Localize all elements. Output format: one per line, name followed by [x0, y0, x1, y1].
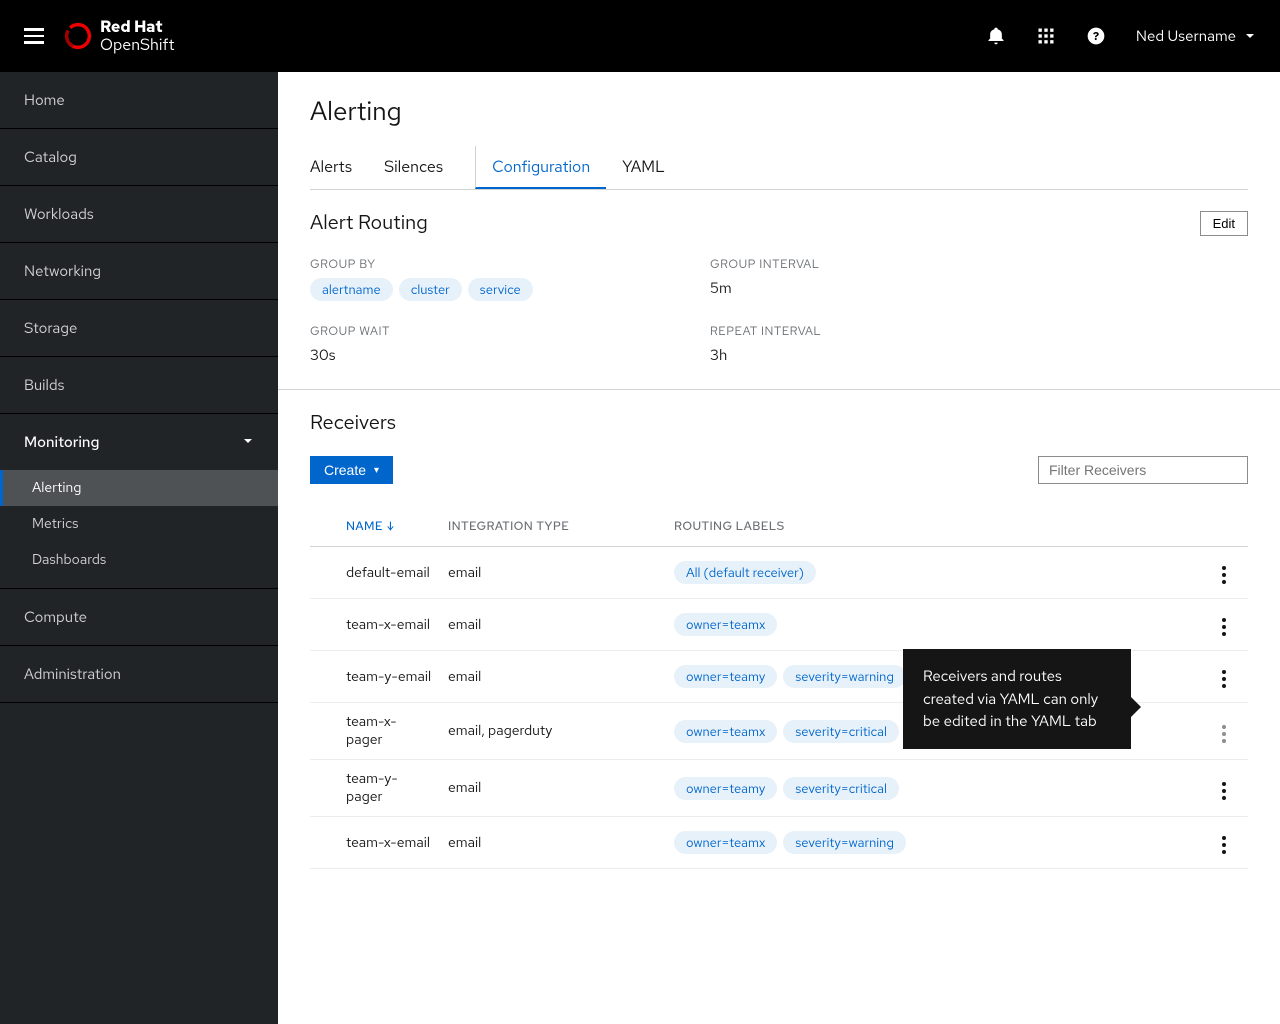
yaml-edit-tooltip: Receivers and routes created via YAML ca… [903, 649, 1131, 749]
sidebar-item-storage[interactable]: Storage [0, 300, 278, 357]
kebab-menu-icon[interactable] [1218, 614, 1230, 640]
routing-label-chip: owner=teamx [674, 831, 777, 854]
kebab-menu-icon[interactable] [1218, 562, 1230, 588]
bell-icon[interactable] [986, 26, 1006, 46]
redhat-logo-icon [64, 22, 92, 50]
table-row: team-y-pageremail owner=teamy severity=cri… [310, 760, 1248, 817]
routing-label-chip: severity=warning [783, 831, 906, 854]
column-name[interactable]: NAME↓ [310, 508, 440, 547]
alert-routing-title: Alert Routing [310, 210, 428, 236]
routing-label-chip: severity=critical [783, 777, 899, 800]
table-row: team-x-emailemail owner=teamx severity=war… [310, 817, 1248, 869]
topbar-left: Red Hat OpenShift [24, 18, 175, 53]
page-header: Alerting Alerts Silences Configuration YAML [278, 72, 1280, 190]
create-button[interactable]: Create ▾ [310, 456, 393, 484]
routing-label-chip: owner=teamx [674, 613, 777, 636]
table-row: team-x-emailemail owner=teamx [310, 599, 1248, 651]
receiver-integration: email [440, 651, 666, 703]
routing-label-chip: severity=warning [783, 665, 906, 688]
chevron-down-icon [242, 432, 254, 452]
main-content: Alerting Alerts Silences Configuration YAML… [278, 72, 1280, 1024]
receiver-name: team-x-email [310, 817, 440, 869]
sidebar-item-workloads[interactable]: Workloads [0, 186, 278, 243]
tab-yaml[interactable]: YAML [622, 146, 681, 189]
receiver-name: team-x-pager [310, 703, 440, 760]
topbar-right: ? Ned Username [986, 26, 1256, 46]
help-icon[interactable]: ? [1086, 26, 1106, 46]
receivers-section: Receivers Create ▾ NAME↓ INTEGRATION TYP… [278, 390, 1280, 893]
tab-configuration[interactable]: Configuration [475, 146, 606, 189]
receiver-integration: email [440, 547, 666, 599]
receiver-name: team-y-pager [310, 760, 440, 817]
brand-text: Red Hat OpenShift [100, 18, 175, 53]
group-by-field: GROUP BY alertnameclusterservice [310, 256, 710, 301]
hamburger-menu-icon[interactable] [24, 28, 44, 44]
apps-grid-icon[interactable] [1036, 26, 1056, 46]
sidebar-item-catalog[interactable]: Catalog [0, 129, 278, 186]
chevron-down-icon [1244, 30, 1256, 42]
sidebar-subitem-dashboards[interactable]: Dashboards [0, 542, 278, 578]
routing-label-chip: owner=teamx [674, 720, 777, 743]
chevron-down-icon: ▾ [374, 465, 379, 476]
receiver-integration: email [440, 817, 666, 869]
column-integration[interactable]: INTEGRATION TYPE [440, 508, 666, 547]
sidebar-subitem-alerting[interactable]: Alerting [0, 470, 278, 506]
receiver-labels: All (default receiver) [666, 547, 1200, 599]
filter-receivers-input[interactable] [1038, 456, 1248, 484]
svg-text:?: ? [1093, 28, 1099, 44]
tab-silences[interactable]: Silences [384, 146, 459, 189]
group-by-chip: service [468, 278, 533, 301]
repeat-interval-field: REPEAT INTERVAL 3h [710, 323, 1110, 365]
kebab-menu-icon[interactable] [1218, 666, 1230, 692]
page-title: Alerting [310, 94, 1248, 128]
brand-logo[interactable]: Red Hat OpenShift [64, 18, 175, 53]
sort-desc-icon: ↓ [387, 518, 395, 534]
alert-routing-section: Alert Routing Edit GROUP BY alertnameclu… [278, 190, 1280, 390]
sidebar-item-networking[interactable]: Networking [0, 243, 278, 300]
column-labels[interactable]: ROUTING LABELS [666, 508, 1200, 547]
user-name: Ned Username [1136, 26, 1236, 46]
receiver-name: team-y-email [310, 651, 440, 703]
sidebar-item-compute[interactable]: Compute [0, 589, 278, 646]
receiver-integration: email [440, 599, 666, 651]
user-menu[interactable]: Ned Username [1136, 26, 1256, 46]
sidebar-item-home[interactable]: Home [0, 72, 278, 129]
table-row: default-emailemail All (default receiver) [310, 547, 1248, 599]
kebab-menu-icon[interactable] [1218, 832, 1230, 858]
group-wait-field: GROUP WAIT 30s [310, 323, 710, 365]
receiver-labels: owner=teamx severity=warning [666, 817, 1200, 869]
receiver-integration: email, pagerduty [440, 703, 666, 760]
routing-label-chip: owner=teamy [674, 665, 777, 688]
receiver-name: default-email [310, 547, 440, 599]
routing-label-chip: severity=critical [783, 720, 899, 743]
receiver-labels: owner=teamy severity=critical [666, 760, 1200, 817]
routing-label-chip: All (default receiver) [674, 561, 816, 584]
sidebar: HomeCatalogWorkloadsNetworkingStorageBui… [0, 72, 278, 1024]
edit-button[interactable]: Edit [1200, 211, 1248, 236]
routing-label-chip: owner=teamy [674, 777, 777, 800]
sidebar-item-monitoring[interactable]: Monitoring [0, 414, 278, 470]
group-by-chip: cluster [399, 278, 462, 301]
receiver-integration: email [440, 760, 666, 817]
receiver-labels: owner=teamx [666, 599, 1200, 651]
kebab-menu-icon [1218, 721, 1230, 747]
tabs: Alerts Silences Configuration YAML [310, 146, 1248, 190]
sidebar-item-builds[interactable]: Builds [0, 357, 278, 414]
kebab-menu-icon[interactable] [1218, 778, 1230, 804]
sidebar-item-administration[interactable]: Administration [0, 646, 278, 703]
group-by-chip: alertname [310, 278, 393, 301]
receiver-name: team-x-email [310, 599, 440, 651]
group-interval-field: GROUP INTERVAL 5m [710, 256, 1110, 301]
sidebar-subitem-metrics[interactable]: Metrics [0, 506, 278, 542]
receivers-title: Receivers [310, 410, 1248, 436]
tab-alerts[interactable]: Alerts [310, 146, 368, 189]
topbar: Red Hat OpenShift ? Ned Username [0, 0, 1280, 72]
